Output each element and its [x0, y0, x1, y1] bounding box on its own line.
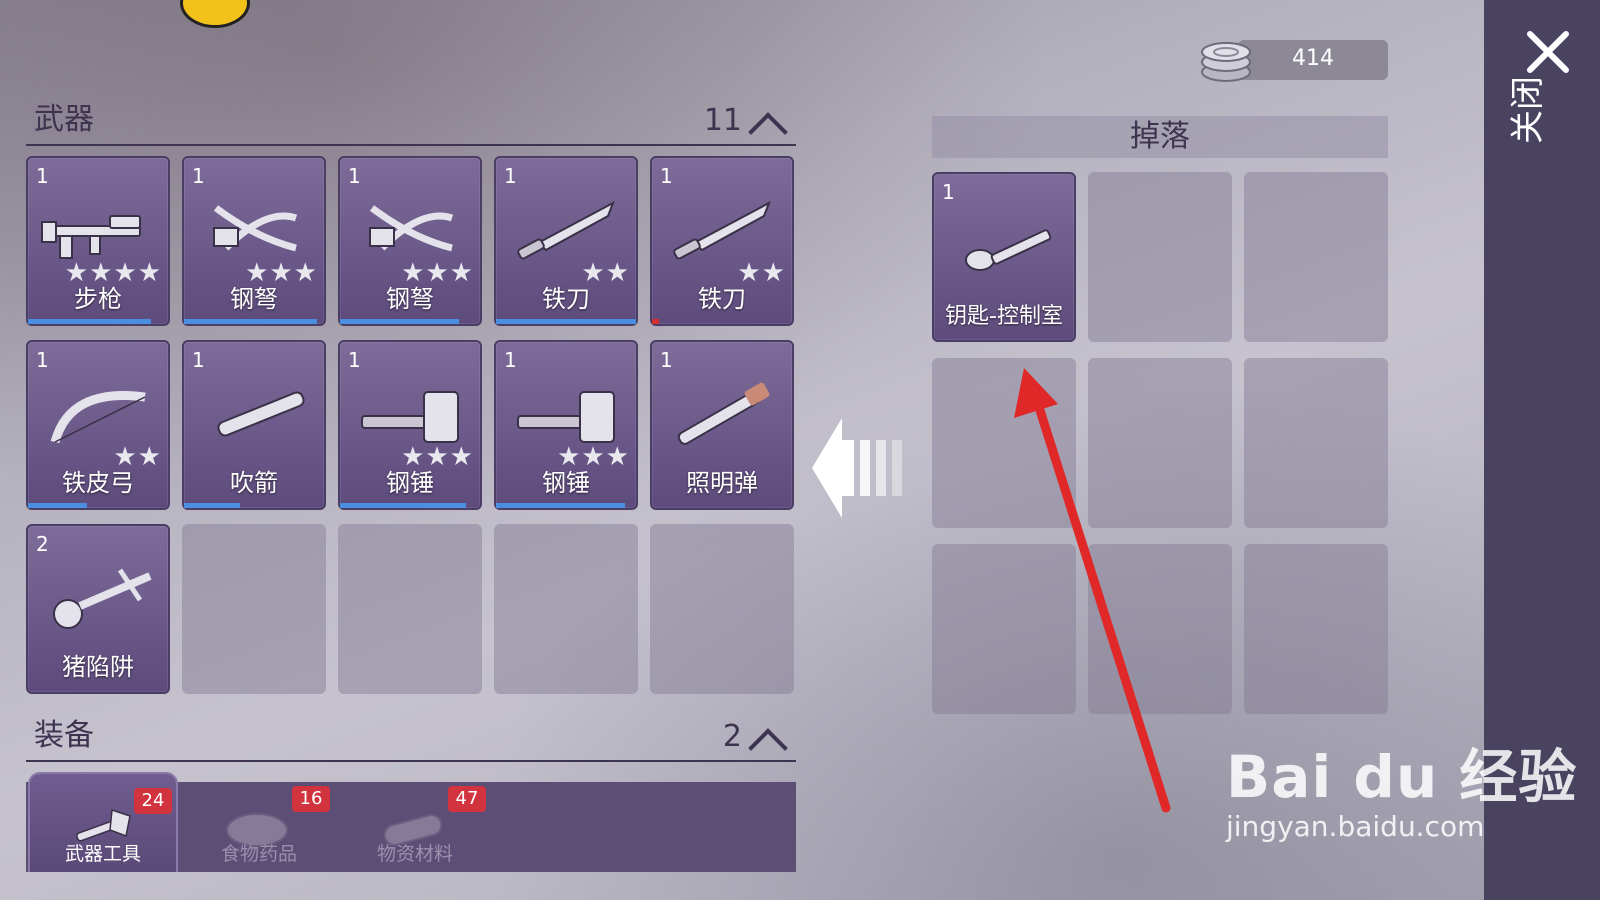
durability-bar: [496, 503, 625, 508]
inventory-slot[interactable]: 1 ★★★ 钢锤: [338, 340, 482, 510]
tab-label: 食物药品: [220, 843, 297, 865]
machete-icon: [673, 200, 771, 260]
collapse-chevron-icon[interactable]: [748, 728, 788, 768]
tab-food-medicine[interactable]: 16 食物药品: [184, 782, 334, 872]
hammer-icon: [361, 391, 459, 443]
inventory-slot[interactable]: 1 ★★ 铁刀: [650, 156, 794, 326]
inventory-slot[interactable]: 1 ★★★ 钢锤: [494, 340, 638, 510]
inventory-slot[interactable]: 1 ★★ 铁刀: [494, 156, 638, 326]
tab-count-badge: 24: [134, 788, 172, 814]
tab-count-badge: 47: [448, 786, 486, 812]
machete-icon: [517, 200, 615, 260]
empty-slot[interactable]: [182, 524, 326, 694]
empty-slot[interactable]: [1088, 358, 1232, 528]
equipment-title: 装备: [34, 718, 94, 753]
slot-quantity: 1: [348, 348, 361, 372]
empty-slot[interactable]: [1244, 544, 1388, 714]
drop-panel-title: 掉落: [932, 116, 1388, 158]
item-name: 钥匙-控制室: [945, 304, 1063, 329]
tab-label: 物资材料: [376, 843, 453, 865]
tab-materials[interactable]: 47 物资材料: [340, 782, 490, 872]
equipment-section-header[interactable]: 装备 2: [26, 718, 796, 768]
pig-trap-icon: [53, 568, 152, 629]
empty-slot[interactable]: [1088, 544, 1232, 714]
slot-quantity: 1: [36, 164, 49, 188]
close-icon[interactable]: [1524, 28, 1572, 76]
item-name: 猪陷阱: [62, 653, 134, 681]
close-button-label[interactable]: 关闭: [1508, 70, 1548, 150]
drop-slot[interactable]: 1 钥匙-控制室: [932, 172, 1076, 342]
tab-label: 武器工具: [64, 843, 141, 865]
weapons-section-header[interactable]: 武器 11: [26, 102, 796, 152]
item-name: 铁刀: [698, 285, 746, 313]
slot-quantity: 1: [36, 348, 49, 372]
top-badge-icon: [180, 0, 250, 28]
empty-slot[interactable]: [1244, 172, 1388, 342]
durability-bar: [28, 503, 87, 508]
watermark-logo: Bai du 经验 jingyan.baidu.com: [1226, 730, 1577, 843]
category-tab-bar: 24 武器工具 16 食物药品 47 物资材料: [26, 772, 796, 872]
flare-icon: [677, 382, 770, 445]
empty-slot[interactable]: [932, 358, 1076, 528]
slot-quantity: 1: [660, 164, 673, 188]
slot-quantity: 1: [504, 164, 517, 188]
hammer-icon: [517, 391, 615, 443]
slot-quantity: 1: [660, 348, 673, 372]
slot-quantity: 2: [36, 532, 49, 556]
item-name: 铁皮弓: [62, 469, 134, 497]
item-name: 照明弹: [686, 469, 758, 497]
crossbow-icon: [213, 205, 298, 252]
durability-bar: [28, 319, 152, 324]
durability-bar: [340, 503, 466, 508]
watermark-line1: Bai du 经验: [1226, 743, 1578, 811]
watermark-line2: jingyan.baidu.com: [1226, 810, 1485, 843]
empty-slot[interactable]: [650, 524, 794, 694]
slot-quantity: 1: [192, 348, 205, 372]
inventory-slot[interactable]: 1 照明弹: [650, 340, 794, 510]
durability-bar: [184, 319, 317, 324]
durability-bar: [652, 319, 659, 324]
blowpipe-icon: [217, 391, 305, 437]
tab-weapons-tools[interactable]: 24 武器工具: [28, 772, 178, 872]
empty-slot[interactable]: [932, 544, 1076, 714]
collapse-chevron-icon[interactable]: [748, 112, 788, 152]
empty-slot[interactable]: [1244, 358, 1388, 528]
inventory-slot[interactable]: 1 ★★★ 钢弩: [338, 156, 482, 326]
key-icon: [965, 229, 1052, 271]
item-name: 钢弩: [230, 285, 278, 313]
empty-slot[interactable]: [338, 524, 482, 694]
item-name: 钢锤: [386, 469, 434, 497]
inventory-slot[interactable]: 1 ★★ 铁皮弓: [26, 340, 170, 510]
tab-count-badge: 16: [292, 786, 330, 812]
item-name: 步枪: [74, 285, 122, 313]
item-name: 钢锤: [542, 469, 590, 497]
durability-bar: [184, 503, 240, 508]
bow-icon: [50, 390, 146, 444]
inventory-slot[interactable]: 1 吹箭: [182, 340, 326, 510]
durability-bar: [496, 319, 636, 324]
slot-quantity: 1: [942, 180, 955, 204]
item-name: 铁刀: [542, 285, 590, 313]
durability-bar: [340, 319, 459, 324]
slot-quantity: 1: [504, 348, 517, 372]
inventory-slot[interactable]: 2 猪陷阱: [26, 524, 170, 694]
inventory-slot[interactable]: 1 ★★★ 钢弩: [182, 156, 326, 326]
slot-quantity: 1: [348, 164, 361, 188]
currency-display: 414: [1198, 38, 1388, 82]
rifle-icon: [41, 215, 141, 259]
item-name: 钢弩: [386, 285, 434, 313]
slot-quantity: 1: [192, 164, 205, 188]
weapons-count: 11: [703, 103, 742, 138]
empty-slot[interactable]: [1088, 172, 1232, 342]
equipment-count: 2: [722, 719, 742, 754]
inventory-slot[interactable]: 1 ★★★★ 步枪: [26, 156, 170, 326]
transfer-left-arrow-icon[interactable]: [812, 418, 912, 518]
weapons-title: 武器: [34, 102, 94, 137]
coin-stack-icon: [1201, 42, 1251, 82]
crossbow-icon: [369, 205, 454, 252]
currency-value: 414: [1292, 46, 1334, 71]
empty-slot[interactable]: [494, 524, 638, 694]
item-name: 吹箭: [230, 469, 278, 497]
